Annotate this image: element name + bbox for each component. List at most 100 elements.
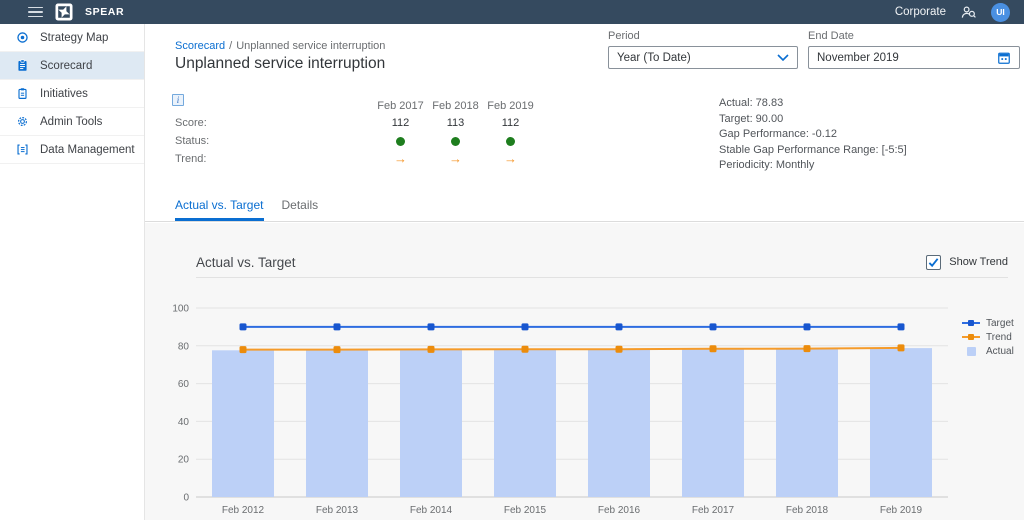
- legend-line-marker: [962, 319, 980, 326]
- end-date-field-group: End Date November 2019: [808, 30, 1020, 69]
- status-dot-icon: [506, 136, 515, 146]
- trend-arrow-icon: →: [394, 151, 407, 166]
- svg-text:80: 80: [178, 341, 190, 352]
- period-value: Year (To Date): [617, 51, 691, 64]
- tab-bar: Actual vs. Target Details: [175, 198, 318, 221]
- status-cell: [428, 135, 483, 147]
- page-title: Unplanned service interruption: [175, 55, 386, 72]
- initiatives-icon: [16, 87, 29, 100]
- end-date-label: End Date: [808, 30, 854, 42]
- page-header: Scorecard / Unplanned service interruption…: [145, 24, 1024, 222]
- svg-text:Feb 2014: Feb 2014: [410, 505, 453, 516]
- legend-label: Actual: [986, 345, 1014, 357]
- sidebar-item-label: Admin Tools: [40, 115, 103, 128]
- legend-item-actual[interactable]: Actual: [962, 344, 1014, 358]
- kpi-score-values: 112 113 112: [373, 117, 538, 129]
- trend-row-label: Trend:: [175, 153, 207, 165]
- trend-arrow-icon: →: [504, 151, 517, 166]
- kpi-score-row: Score: 112 113 112: [175, 115, 538, 131]
- chevron-down-icon: [777, 54, 789, 61]
- score-value: 112: [501, 117, 520, 129]
- period-field-group: Period Year (To Date): [608, 30, 798, 69]
- legend-bar-marker: [967, 346, 976, 356]
- kpi-column-header: Feb 2019: [487, 100, 534, 112]
- legend-label: Trend: [986, 331, 1012, 343]
- menu-icon[interactable]: [28, 6, 43, 18]
- svg-text:Feb 2016: Feb 2016: [598, 505, 641, 516]
- top-navbar: SPEAR Corporate UI: [0, 0, 1024, 24]
- svg-text:20: 20: [178, 455, 190, 466]
- breadcrumb-current: Unplanned service interruption: [236, 40, 386, 52]
- svg-text:0: 0: [183, 493, 189, 504]
- tab-actual-vs-target[interactable]: Actual vs. Target: [175, 198, 264, 221]
- strategy-map-icon: [16, 31, 29, 44]
- period-select[interactable]: Year (To Date): [608, 46, 798, 69]
- legend-line-marker: [962, 333, 980, 340]
- navbar-right: Corporate UI: [895, 2, 1010, 22]
- sidebar-item-initiatives[interactable]: Initiatives: [0, 80, 144, 108]
- show-trend-toggle[interactable]: Show Trend: [926, 254, 1008, 270]
- calendar-icon[interactable]: [997, 51, 1011, 65]
- chart-toolbar: Actual vs. Target Show Trend: [196, 247, 1008, 278]
- detail-line: Periodicity: Monthly: [719, 159, 815, 171]
- breadcrumb-separator: /: [229, 40, 233, 52]
- kpi-trend-row: Trend: → → →: [175, 151, 538, 167]
- kpi-column-header: Feb 2017: [377, 100, 424, 112]
- score-value: 112: [391, 117, 410, 129]
- data-management-icon: [16, 143, 29, 156]
- app-name: SPEAR: [85, 6, 125, 18]
- svg-text:40: 40: [178, 417, 190, 428]
- detail-line: Target: 90.00: [719, 112, 784, 125]
- end-date-value: November 2019: [817, 51, 899, 64]
- kpi-column-header: Feb 2018: [432, 100, 479, 112]
- status-dot-icon: [451, 136, 460, 146]
- sidebar-item-admin-tools[interactable]: Admin Tools: [0, 108, 144, 136]
- sidebar-item-strategy-map[interactable]: Strategy Map: [0, 24, 144, 52]
- sidebar: Strategy Map Scorecard Initiatives Admin To…: [0, 24, 145, 520]
- chart-legend: Target Trend Actual: [962, 316, 1014, 358]
- show-trend-checkbox[interactable]: [926, 254, 942, 270]
- svg-text:Feb 2017: Feb 2017: [692, 505, 735, 516]
- kpi-status-values: [373, 135, 538, 147]
- svg-text:Feb 2012: Feb 2012: [222, 505, 265, 516]
- kpi-trend-values: → → →: [373, 152, 538, 166]
- breadcrumb: Scorecard / Unplanned service interruption: [175, 40, 385, 52]
- sidebar-item-label: Initiatives: [40, 87, 88, 100]
- legend-item-trend[interactable]: Trend: [962, 330, 1014, 344]
- detail-line: Gap Performance: -0.12: [719, 128, 838, 140]
- period-label: Period: [608, 30, 640, 42]
- context-label[interactable]: Corporate: [895, 6, 946, 18]
- chart-title: Actual vs. Target: [196, 254, 296, 270]
- legend-label: Target: [986, 317, 1014, 329]
- svg-text:60: 60: [178, 379, 190, 390]
- status-cell: [483, 135, 538, 147]
- tab-details[interactable]: Details: [282, 198, 319, 221]
- svg-text:Feb 2015: Feb 2015: [504, 505, 547, 516]
- breadcrumb-link-scorecard[interactable]: Scorecard: [175, 40, 225, 52]
- trend-arrow-icon: →: [449, 151, 462, 166]
- detail-line: Stable Gap Performance Range: [-5:5]: [719, 143, 907, 156]
- user-search-icon[interactable]: [960, 5, 977, 20]
- status-row-label: Status:: [175, 135, 210, 147]
- detail-line: Actual: 78.83: [719, 97, 784, 109]
- chart-section: Actual vs. Target Show Trend 0 20 40 60 80 10…: [145, 223, 1024, 520]
- navbar-left: SPEAR: [28, 3, 124, 21]
- sidebar-item-label: Strategy Map: [40, 31, 109, 44]
- actual-vs-target-chart[interactable]: 0 20 40 60 80 100 Feb 2012 Feb 2013 Feb 2014 Feb …: [145, 283, 1024, 520]
- sidebar-item-scorecard[interactable]: Scorecard: [0, 52, 144, 80]
- svg-text:Feb 2013: Feb 2013: [316, 505, 359, 516]
- kpi-column-header-row: Feb 2017 Feb 2018 Feb 2019: [175, 98, 538, 114]
- kpi-column-headers: Feb 2017 Feb 2018 Feb 2019: [373, 100, 538, 112]
- checkmark-icon: [929, 257, 939, 267]
- show-trend-label: Show Trend: [949, 256, 1008, 268]
- sidebar-item-label: Data Management: [40, 143, 135, 156]
- score-row-label: Score:: [175, 117, 207, 129]
- scorecard-icon: [16, 59, 29, 72]
- legend-item-target[interactable]: Target: [962, 316, 1014, 330]
- avatar[interactable]: UI: [991, 2, 1010, 22]
- score-value: 113: [446, 117, 465, 129]
- sidebar-item-data-management[interactable]: Data Management: [0, 136, 144, 164]
- svg-text:100: 100: [172, 304, 189, 315]
- end-date-input[interactable]: November 2019: [808, 46, 1020, 69]
- spear-logo-icon: [55, 3, 73, 21]
